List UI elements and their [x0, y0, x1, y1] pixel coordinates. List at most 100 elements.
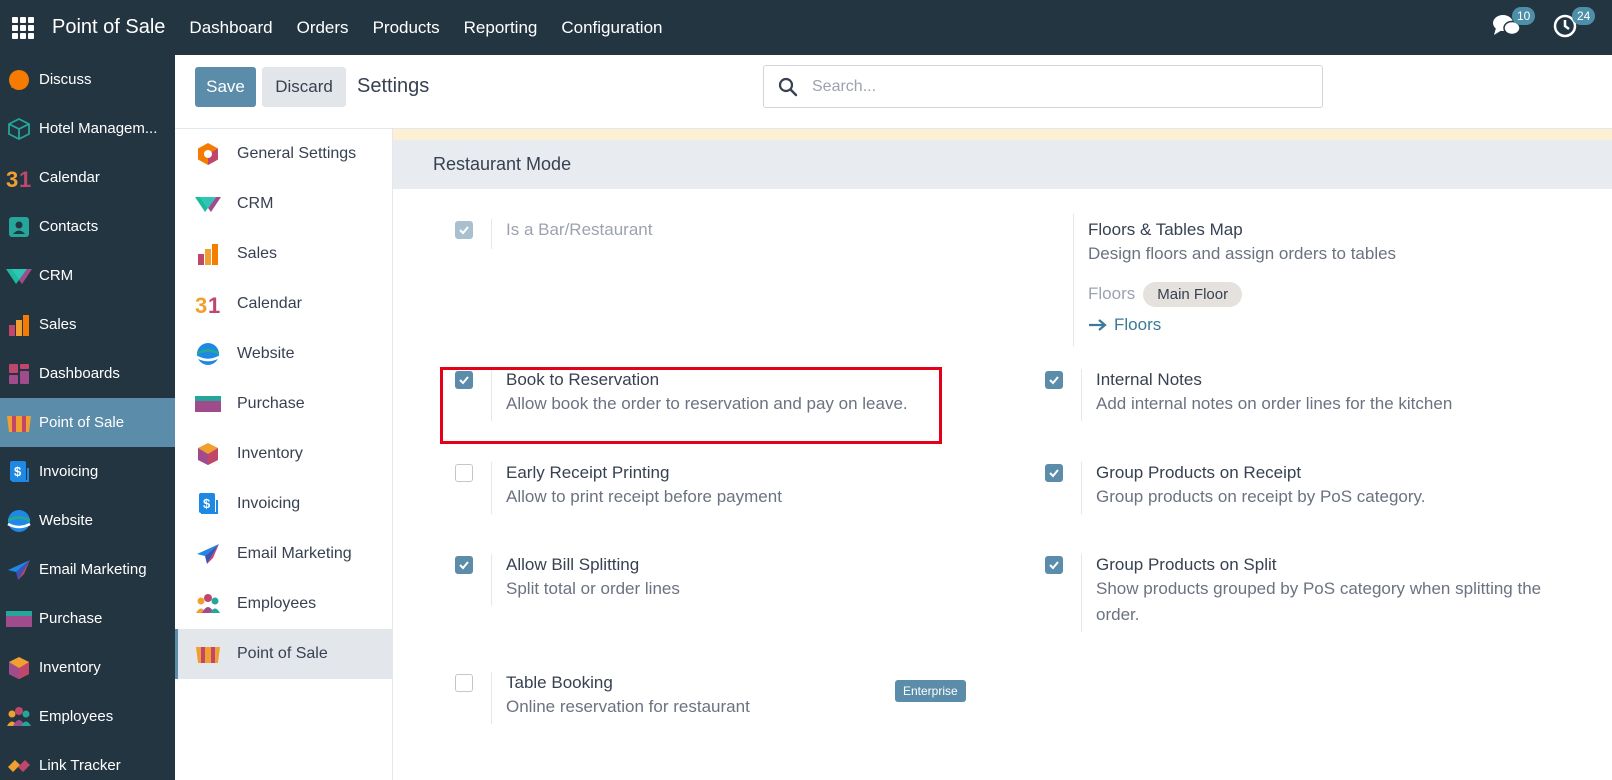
notice-strip — [393, 129, 1612, 140]
app-item-label: Calendar — [39, 169, 100, 186]
settings-item-label: CRM — [237, 195, 274, 212]
app-item-link-tracker[interactable]: Link Tracker — [0, 741, 175, 780]
setting-group-products-on-split: Group Products on Split Show products gr… — [1045, 554, 1576, 632]
app-item-inventory[interactable]: Inventory — [0, 643, 175, 692]
app-sidebar: Discuss Hotel Managem... 31 Calendar Con… — [0, 55, 175, 780]
setting-table-booking: Table Booking Online reservation for res… — [455, 672, 750, 724]
app-item-calendar[interactable]: 31 Calendar — [0, 153, 175, 202]
setting-internal-notes: Internal Notes Add internal notes on ord… — [1045, 369, 1452, 421]
settings-item-employees[interactable]: Employees — [175, 579, 392, 629]
floors-link-label[interactable]: Floors — [1114, 315, 1161, 335]
search-input[interactable] — [812, 77, 1292, 96]
menu-reporting[interactable]: Reporting — [464, 18, 538, 38]
floor-tag[interactable]: Main Floor — [1143, 281, 1243, 307]
discard-button[interactable]: Discard — [262, 67, 346, 107]
settings-item-website[interactable]: Website — [175, 329, 392, 379]
apps-menu-icon[interactable] — [12, 16, 34, 39]
save-button[interactable]: Save — [195, 67, 256, 107]
app-brand[interactable]: Point of Sale — [52, 16, 165, 39]
settings-item-point-of-sale[interactable]: Point of Sale — [175, 629, 392, 679]
checkmark-icon — [1049, 469, 1059, 478]
sales-icon — [195, 241, 221, 267]
app-item-label: Hotel Managem... — [39, 120, 158, 137]
checkmark-icon — [1049, 376, 1059, 385]
app-item-dashboards[interactable]: Dashboards — [0, 349, 175, 398]
setting-description: Group products on receipt by PoS categor… — [1096, 487, 1426, 506]
checkmark-icon — [459, 226, 469, 235]
settings-item-inventory[interactable]: Inventory — [175, 429, 392, 479]
settings-item-label: Sales — [237, 245, 278, 262]
svg-text:3: 3 — [6, 167, 18, 190]
settings-content: Restaurant Mode Is a Bar/Restaurant Floo… — [393, 129, 1612, 780]
arrow-right-icon — [1089, 319, 1107, 331]
app-item-point-of-sale[interactable]: Point of Sale — [0, 398, 175, 447]
app-item-sales[interactable]: Sales — [0, 300, 175, 349]
settings-item-purchase[interactable]: Purchase — [175, 379, 392, 429]
settings-item-calendar[interactable]: 31 Calendar — [175, 279, 392, 329]
internal-notes-checkbox[interactable] — [1045, 371, 1063, 389]
setting-is-bar-restaurant: Is a Bar/Restaurant — [455, 219, 652, 249]
setting-title: Internal Notes — [1096, 370, 1202, 389]
website-icon — [195, 341, 221, 367]
purchase-icon — [6, 606, 32, 632]
purchase-icon — [195, 391, 221, 417]
early-receipt-printing-checkbox[interactable] — [455, 464, 473, 482]
general-settings-icon — [195, 141, 221, 167]
allow-bill-splitting-checkbox[interactable] — [455, 556, 473, 574]
employees-icon — [6, 704, 32, 730]
app-item-invoicing[interactable]: $ Invoicing — [0, 447, 175, 496]
point-of-sale-icon — [6, 410, 32, 436]
setting-description: Design floors and assign orders to table… — [1088, 244, 1397, 263]
control-panel: Save Discard Settings — [175, 55, 1612, 129]
setting-title: Is a Bar/Restaurant — [506, 220, 653, 239]
app-item-label: Invoicing — [39, 463, 99, 480]
app-item-purchase[interactable]: Purchase — [0, 594, 175, 643]
activities-button[interactable]: 24 — [1552, 6, 1596, 43]
menu-configuration[interactable]: Configuration — [561, 18, 662, 38]
inventory-icon — [6, 655, 32, 681]
highlight-annotation — [440, 367, 942, 444]
group-products-on-split-checkbox[interactable] — [1045, 556, 1063, 574]
page-title: Settings — [357, 75, 430, 97]
settings-item-invoicing[interactable]: $ Invoicing — [175, 479, 392, 529]
app-item-label: CRM — [39, 267, 74, 284]
floors-label: Floors — [1088, 284, 1136, 303]
hotel-icon — [6, 116, 32, 142]
settings-item-label: General Settings — [237, 145, 357, 162]
checkmark-icon — [459, 561, 469, 570]
table-booking-checkbox[interactable] — [455, 674, 473, 692]
setting-divider — [1081, 554, 1082, 632]
setting-description: Online reservation for restaurant — [506, 697, 750, 716]
app-item-crm[interactable]: CRM — [0, 251, 175, 300]
settings-item-email-marketing[interactable]: Email Marketing — [175, 529, 392, 579]
menu-dashboard[interactable]: Dashboard — [189, 18, 272, 38]
website-icon — [6, 508, 32, 534]
app-item-label: Website — [39, 512, 93, 529]
setting-divider — [491, 554, 492, 606]
setting-divider — [1073, 214, 1074, 346]
settings-item-crm[interactable]: CRM — [175, 179, 392, 229]
messages-button[interactable]: 10 — [1492, 6, 1536, 43]
settings-item-label: Point of Sale — [237, 645, 328, 662]
floors-link[interactable]: Floors — [1088, 315, 1396, 335]
group-products-on-receipt-checkbox[interactable] — [1045, 464, 1063, 482]
app-item-contacts[interactable]: Contacts — [0, 202, 175, 251]
link-tracker-icon — [6, 753, 32, 779]
setting-description: Show products grouped by PoS category wh… — [1096, 579, 1542, 624]
app-item-email-marketing[interactable]: Email Marketing — [0, 545, 175, 594]
app-item-website[interactable]: Website — [0, 496, 175, 545]
svg-text:1: 1 — [208, 293, 220, 316]
is-bar-restaurant-checkbox — [455, 221, 473, 239]
menu-products[interactable]: Products — [373, 18, 440, 38]
section-title: Restaurant Mode — [433, 154, 572, 174]
svg-text:$: $ — [14, 464, 22, 479]
setting-title: Group Products on Split — [1096, 555, 1277, 574]
app-item-employees[interactable]: Employees — [0, 692, 175, 741]
app-item-label: Employees — [39, 708, 114, 725]
settings-item-sales[interactable]: Sales — [175, 229, 392, 279]
app-item-hotel-management[interactable]: Hotel Managem... — [0, 104, 175, 153]
search-box[interactable] — [763, 65, 1323, 108]
menu-orders[interactable]: Orders — [297, 18, 349, 38]
app-item-discuss[interactable]: Discuss — [0, 55, 175, 104]
settings-item-general-settings[interactable]: General Settings — [175, 129, 392, 179]
